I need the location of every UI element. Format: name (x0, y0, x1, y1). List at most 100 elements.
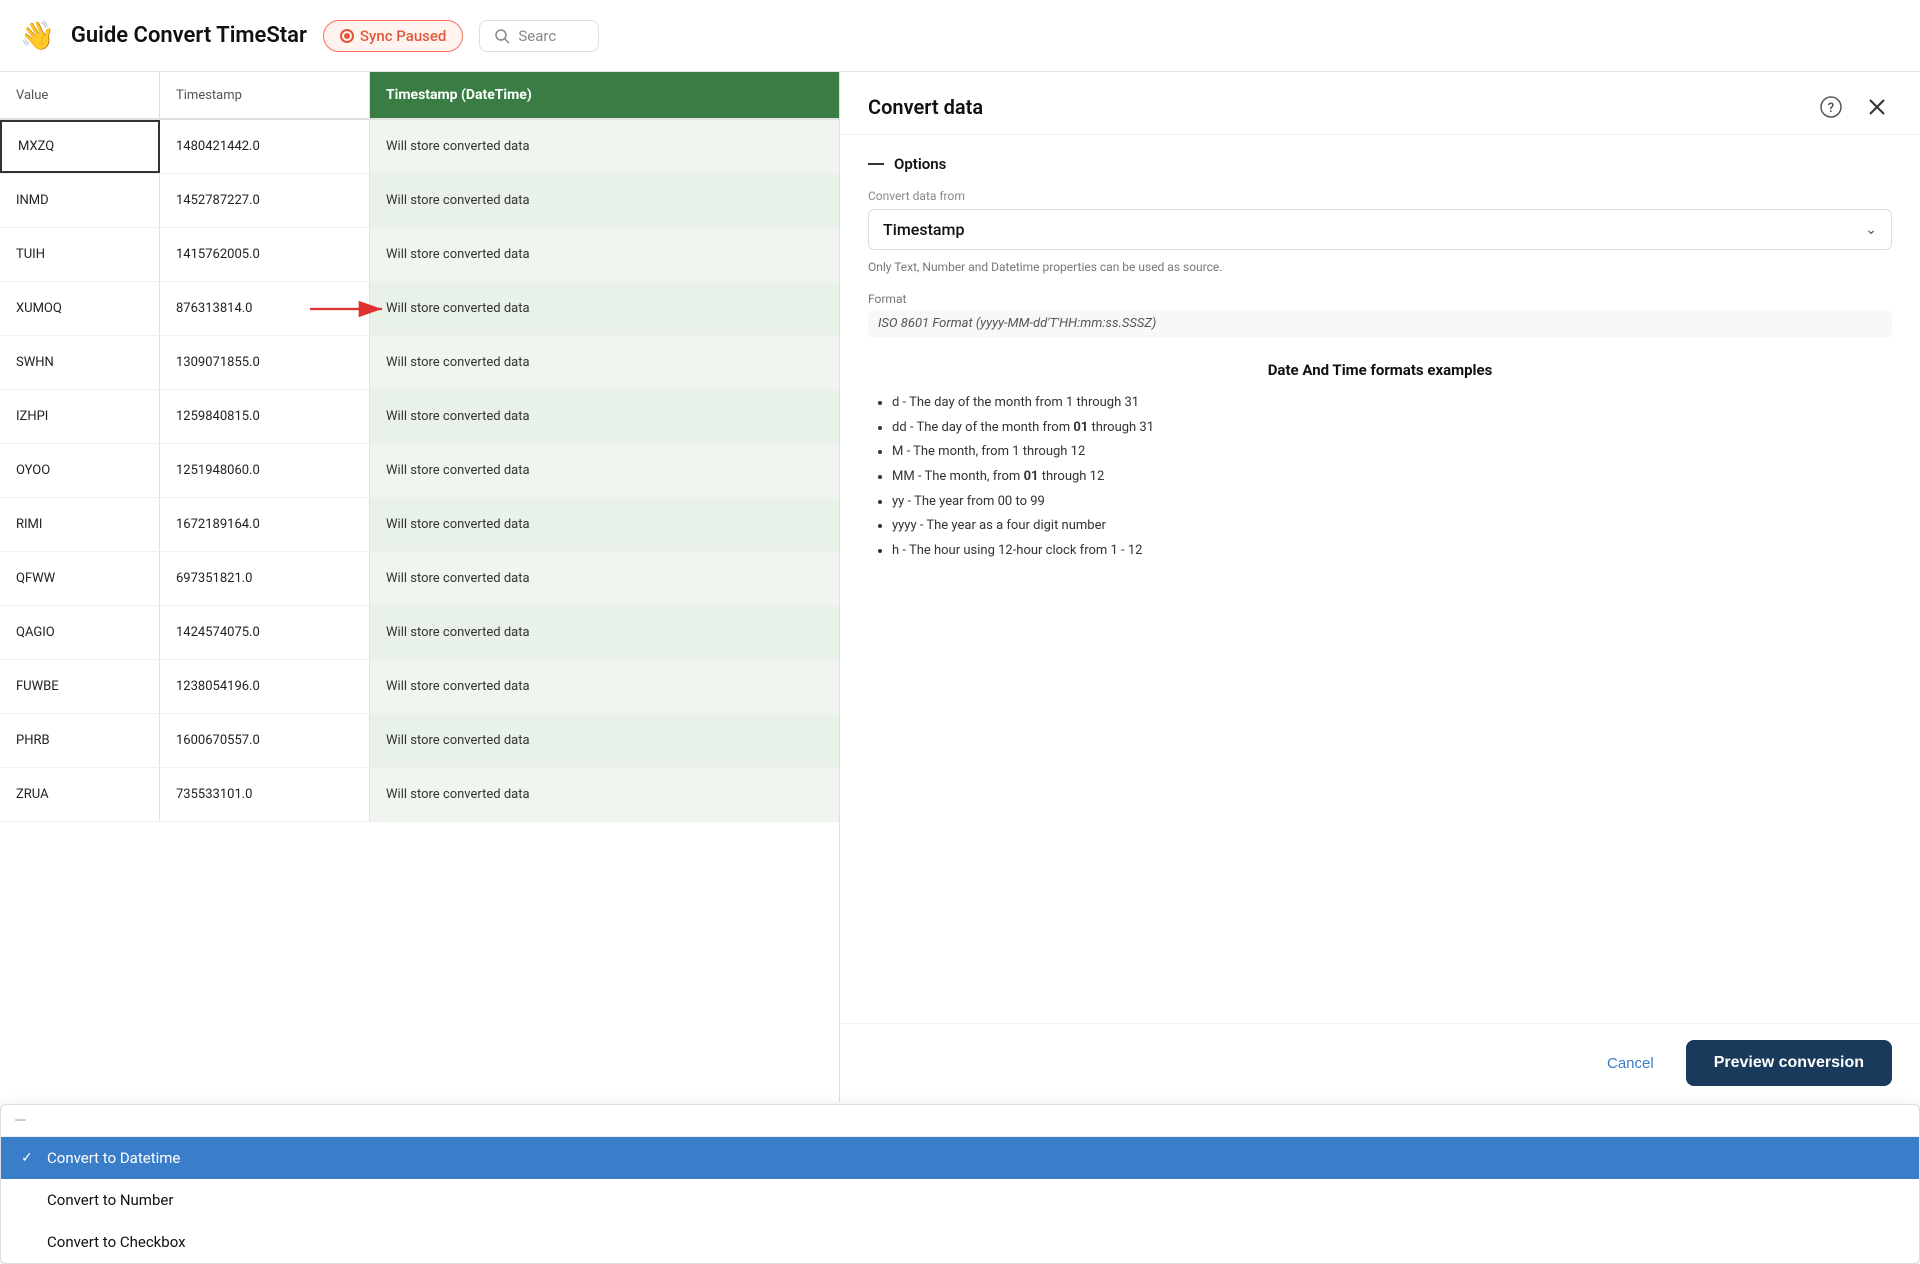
cell-value: IZHPI (0, 390, 160, 443)
cell-datetime: Will store converted data (370, 174, 839, 227)
options-section: Options Convert data from Timestamp ⌄ On… (868, 155, 1892, 337)
cell-datetime: Will store converted data (370, 336, 839, 389)
sync-status-icon (340, 29, 354, 43)
cell-timestamp: 1415762005.0 (160, 228, 370, 281)
format-item-h: h - The hour using 12-hour clock from 1 … (892, 539, 1892, 564)
cell-timestamp: 1424574075.0 (160, 606, 370, 659)
table-row[interactable]: OYOO 1251948060.0 Will store converted d… (0, 444, 839, 498)
search-placeholder: Searc (518, 27, 556, 45)
arrow-indicator (310, 294, 390, 324)
panel-title: Convert data (868, 95, 983, 119)
format-item-yyyy: yyyy - The year as a four digit number (892, 514, 1892, 539)
cell-datetime: Will store converted data (370, 390, 839, 443)
table-row[interactable]: IZHPI 1259840815.0 Will store converted … (0, 390, 839, 444)
cell-value: INMD (0, 174, 160, 227)
cell-timestamp: 1251948060.0 (160, 444, 370, 497)
cell-value: OYOO (0, 444, 160, 497)
cell-datetime: Will store converted data (370, 282, 839, 335)
table-row[interactable]: TUIH 1415762005.0 Will store converted d… (0, 228, 839, 282)
cell-datetime: Will store converted data (370, 444, 839, 497)
col-header-value: Value (0, 72, 160, 118)
app-header: 👋 Guide Convert TimeStar Sync Paused Sea… (0, 0, 1920, 72)
col-header-datetime: Timestamp (DateTime) (370, 72, 839, 118)
convert-from-value: Timestamp (883, 220, 964, 239)
panel-body: Options Convert data from Timestamp ⌄ On… (840, 135, 1920, 1023)
format-item-dd: dd - The day of the month from 01 throug… (892, 416, 1892, 441)
cell-timestamp: 697351821.0 (160, 552, 370, 605)
table-row[interactable]: PHRB 1600670557.0 Will store converted d… (0, 714, 839, 768)
preview-conversion-button[interactable]: Preview conversion (1686, 1040, 1892, 1086)
sync-badge-label: Sync Paused (360, 27, 446, 45)
header-emoji: 👋 (20, 19, 55, 52)
format-label: Format (868, 292, 1892, 306)
formats-section: Date And Time formats examples d - The d… (868, 361, 1892, 564)
cancel-button[interactable]: Cancel (1591, 1045, 1670, 1082)
table-row[interactable]: FUWBE 1238054196.0 Will store converted … (0, 660, 839, 714)
formats-list: d - The day of the month from 1 through … (868, 391, 1892, 564)
options-label: Options (894, 155, 946, 173)
table-row[interactable]: QFWW 697351821.0 Will store converted da… (0, 552, 839, 606)
cell-value: XUMOQ (0, 282, 160, 335)
table-header: Value Timestamp Timestamp (DateTime) (0, 72, 839, 120)
cell-value: MXZQ (0, 120, 160, 173)
help-icon: ? (1820, 96, 1842, 118)
table-area: Value Timestamp Timestamp (DateTime) MXZ… (0, 72, 840, 1102)
arrow-icon (310, 294, 390, 324)
cell-datetime: Will store converted data (370, 714, 839, 767)
options-toggle[interactable]: Options (868, 155, 1892, 173)
convert-hint-text: Only Text, Number and Datetime propertie… (868, 258, 1892, 276)
cell-datetime: Will store converted data (370, 498, 839, 551)
right-panel: Convert data ? (840, 72, 1920, 1102)
format-item-d: d - The day of the month from 1 through … (892, 391, 1892, 416)
help-icon-button[interactable]: ? (1816, 92, 1846, 122)
table-body: MXZQ 1480421442.0 Will store converted d… (0, 120, 839, 822)
cell-timestamp: 1259840815.0 (160, 390, 370, 443)
format-item-yy: yy - The year from 00 to 99 (892, 490, 1892, 515)
panel-header-icons: ? (1816, 92, 1892, 122)
col-header-timestamp: Timestamp (160, 72, 370, 118)
cell-value: TUIH (0, 228, 160, 281)
main-layout: Value Timestamp Timestamp (DateTime) MXZ… (0, 72, 1920, 1102)
close-icon (1868, 98, 1886, 116)
convert-from-dropdown[interactable]: Timestamp ⌄ (868, 209, 1892, 250)
cell-value: QFWW (0, 552, 160, 605)
panel-header: Convert data ? (840, 72, 1920, 135)
cell-datetime: Will store converted data (370, 228, 839, 281)
cell-timestamp: 1672189164.0 (160, 498, 370, 551)
search-icon (494, 28, 510, 44)
cell-datetime: Will store converted data (370, 768, 839, 821)
svg-text:?: ? (1828, 101, 1834, 116)
cell-value: SWHN (0, 336, 160, 389)
convert-from-dropdown-container: Timestamp ⌄ (868, 209, 1892, 250)
format-item-M: M - The month, from 1 through 12 (892, 440, 1892, 465)
section-dash-icon (868, 163, 884, 165)
chevron-down-icon: ⌄ (1865, 222, 1877, 238)
table-row[interactable]: XUMOQ 876313814.0 Will store converted d… (0, 282, 839, 336)
table-row[interactable]: INMD 1452787227.0 Will store converted d… (0, 174, 839, 228)
format-item-MM: MM - The month, from 01 through 12 (892, 465, 1892, 490)
cell-value: PHRB (0, 714, 160, 767)
cell-value: FUWBE (0, 660, 160, 713)
cell-timestamp: 735533101.0 (160, 768, 370, 821)
table-row[interactable]: SWHN 1309071855.0 Will store converted d… (0, 336, 839, 390)
cell-datetime: Will store converted data (370, 606, 839, 659)
cell-value: RIMI (0, 498, 160, 551)
table-row[interactable]: MXZQ 1480421442.0 Will store converted d… (0, 120, 839, 174)
cell-timestamp: 1480421442.0 (160, 120, 370, 173)
cell-datetime: Will store converted data (370, 552, 839, 605)
table-row[interactable]: QAGIO 1424574075.0 Will store converted … (0, 606, 839, 660)
format-value: ISO 8601 Format (yyyy-MM-dd'T'HH:mm:ss.S… (868, 310, 1892, 337)
page-title: Guide Convert TimeStar (71, 23, 307, 48)
close-icon-button[interactable] (1862, 92, 1892, 122)
cell-value: ZRUA (0, 768, 160, 821)
table-row[interactable]: ZRUA 735533101.0 Will store converted da… (0, 768, 839, 822)
table-row[interactable]: RIMI 1672189164.0 Will store converted d… (0, 498, 839, 552)
cell-timestamp: 1238054196.0 (160, 660, 370, 713)
search-bar[interactable]: Searc (479, 20, 599, 52)
cell-value: QAGIO (0, 606, 160, 659)
cell-timestamp: 1309071855.0 (160, 336, 370, 389)
cell-datetime: Will store converted data (370, 660, 839, 713)
cell-timestamp: 1600670557.0 (160, 714, 370, 767)
cell-timestamp: 1452787227.0 (160, 174, 370, 227)
sync-paused-badge[interactable]: Sync Paused (323, 20, 463, 52)
